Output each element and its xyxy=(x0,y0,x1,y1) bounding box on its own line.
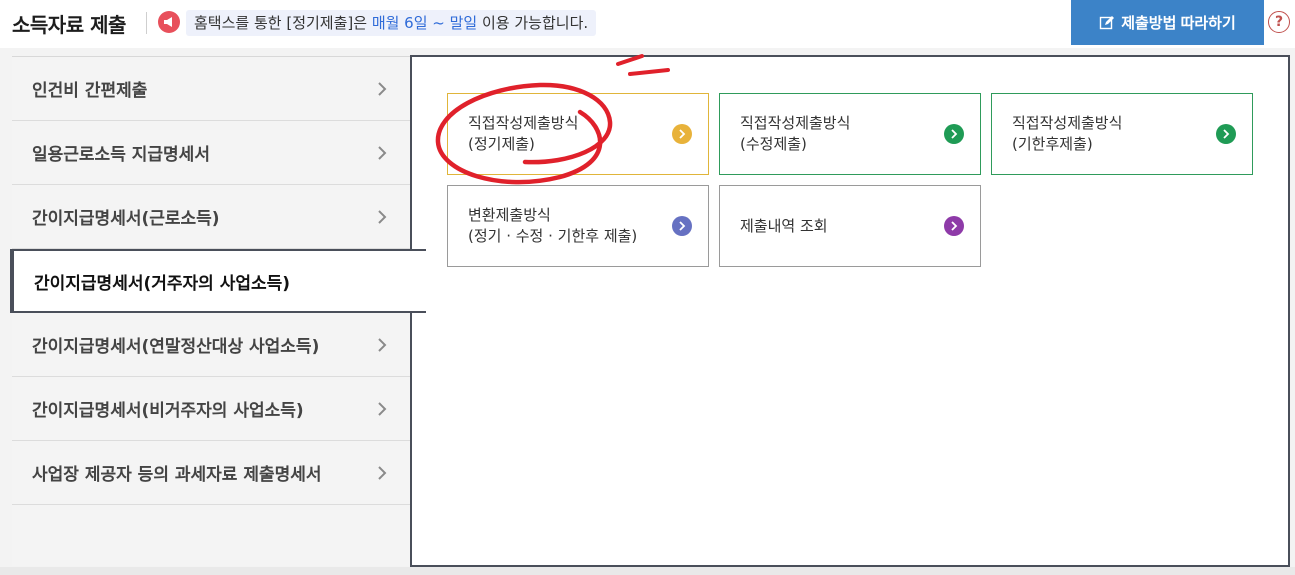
sidebar-item-simple-yearend-business[interactable]: 간이지급명세서(연말정산대상 사업소득) xyxy=(12,313,412,377)
app-frame: 소득자료 제출 홈택스를 통한 [정기제출]은 매월 6일 ~ 말일 이용 가능… xyxy=(0,0,1295,575)
sidebar-item-label: 사업장 제공자 등의 과세자료 제출명세서 xyxy=(32,465,322,485)
sidebar-item-workplace-provider[interactable]: 사업장 제공자 등의 과세자료 제출명세서 xyxy=(12,441,412,505)
card-direct-late[interactable]: 직접작성제출방식 (기한후제출) xyxy=(991,93,1253,175)
sidebar-item-label: 간이지급명세서(연말정산대상 사업소득) xyxy=(32,337,320,357)
card-subtitle: (정기제출) xyxy=(468,135,535,153)
sidebar-item-label: 인건비 간편제출 xyxy=(32,81,148,101)
sidebar-item-simple-resident-business[interactable]: 간이지급명세서(거주자의 사업소득) xyxy=(10,249,426,313)
arrow-right-icon xyxy=(944,124,964,144)
card-direct-amend[interactable]: 직접작성제출방식 (수정제출) xyxy=(719,93,981,175)
sidebar-item-label: 간이지급명세서(거주자의 사업소득) xyxy=(34,273,291,294)
sidebar-item-daily-wage[interactable]: 일용근로소득 지급명세서 xyxy=(12,121,412,185)
card-subtitle: (수정제출) xyxy=(740,135,807,153)
sidebar-item-simple-nonresident-business[interactable]: 간이지급명세서(비거주자의 사업소득) xyxy=(12,377,412,441)
card-convert-submit[interactable]: 변환제출방식 (정기 · 수정 · 기한후 제출) xyxy=(447,185,709,267)
header-bar: 소득자료 제출 홈택스를 통한 [정기제출]은 매월 6일 ~ 말일 이용 가능… xyxy=(0,0,1295,48)
card-submission-history[interactable]: 제출내역 조회 xyxy=(719,185,981,267)
arrow-right-icon xyxy=(672,216,692,236)
guide-button[interactable]: 제출방법 따라하기 xyxy=(1071,0,1264,45)
arrow-right-icon xyxy=(672,124,692,144)
page-title: 소득자료 제출 xyxy=(12,13,126,37)
notice-prefix: 홈택스를 통한 [정기제출]은 xyxy=(194,14,372,32)
card-direct-regular[interactable]: 직접작성제출방식 (정기제출) xyxy=(447,93,709,175)
arrow-right-icon xyxy=(1216,124,1236,144)
notice-banner: 홈택스를 통한 [정기제출]은 매월 6일 ~ 말일 이용 가능합니다. xyxy=(186,10,597,36)
chevron-right-icon xyxy=(378,81,387,96)
card-subtitle: (정기 · 수정 · 기한후 제출) xyxy=(468,227,638,245)
sidebar-item-label: 일용근로소득 지급명세서 xyxy=(32,145,210,165)
edit-icon xyxy=(1100,15,1115,29)
sidebar-item-labor-cost[interactable]: 인건비 간편제출 xyxy=(12,57,412,121)
notice-highlight: 매월 6일 ~ 말일 xyxy=(371,14,478,32)
sidebar-item-label: 간이지급명세서(근로소득) xyxy=(32,209,220,229)
sidebar-item-label: 간이지급명세서(비거주자의 사업소득) xyxy=(32,401,304,421)
chevron-right-icon xyxy=(378,401,387,416)
guide-button-label: 제출방법 따라하기 xyxy=(1121,15,1236,32)
card-title: 직접작성제출방식 xyxy=(1012,114,1123,132)
notice-suffix: 이용 가능합니다. xyxy=(477,14,589,32)
megaphone-icon xyxy=(158,11,180,33)
sidebar-item-simple-earned[interactable]: 간이지급명세서(근로소득) xyxy=(12,185,412,249)
card-title: 직접작성제출방식 xyxy=(468,114,579,132)
chevron-right-icon xyxy=(378,465,387,480)
card-title: 직접작성제출방식 xyxy=(740,114,851,132)
sidebar: 인건비 간편제출 일용근로소득 지급명세서 간이지급명세서(근로소득) 간이지급… xyxy=(10,56,426,566)
chevron-right-icon xyxy=(378,209,387,224)
chevron-right-icon xyxy=(378,145,387,160)
bottom-strip xyxy=(0,567,1295,575)
submission-methods-panel: 직접작성제출방식 (정기제출) 직접작성제출방식 (수정제출) 직접작성제출방식… xyxy=(410,55,1290,567)
chevron-right-icon xyxy=(378,337,387,352)
help-icon[interactable]: ? xyxy=(1268,11,1290,33)
card-title: 변환제출방식 xyxy=(468,206,551,224)
card-subtitle: (기한후제출) xyxy=(1012,135,1093,153)
title-divider xyxy=(146,12,147,34)
card-title: 제출내역 조회 xyxy=(740,216,828,235)
arrow-right-icon xyxy=(944,216,964,236)
